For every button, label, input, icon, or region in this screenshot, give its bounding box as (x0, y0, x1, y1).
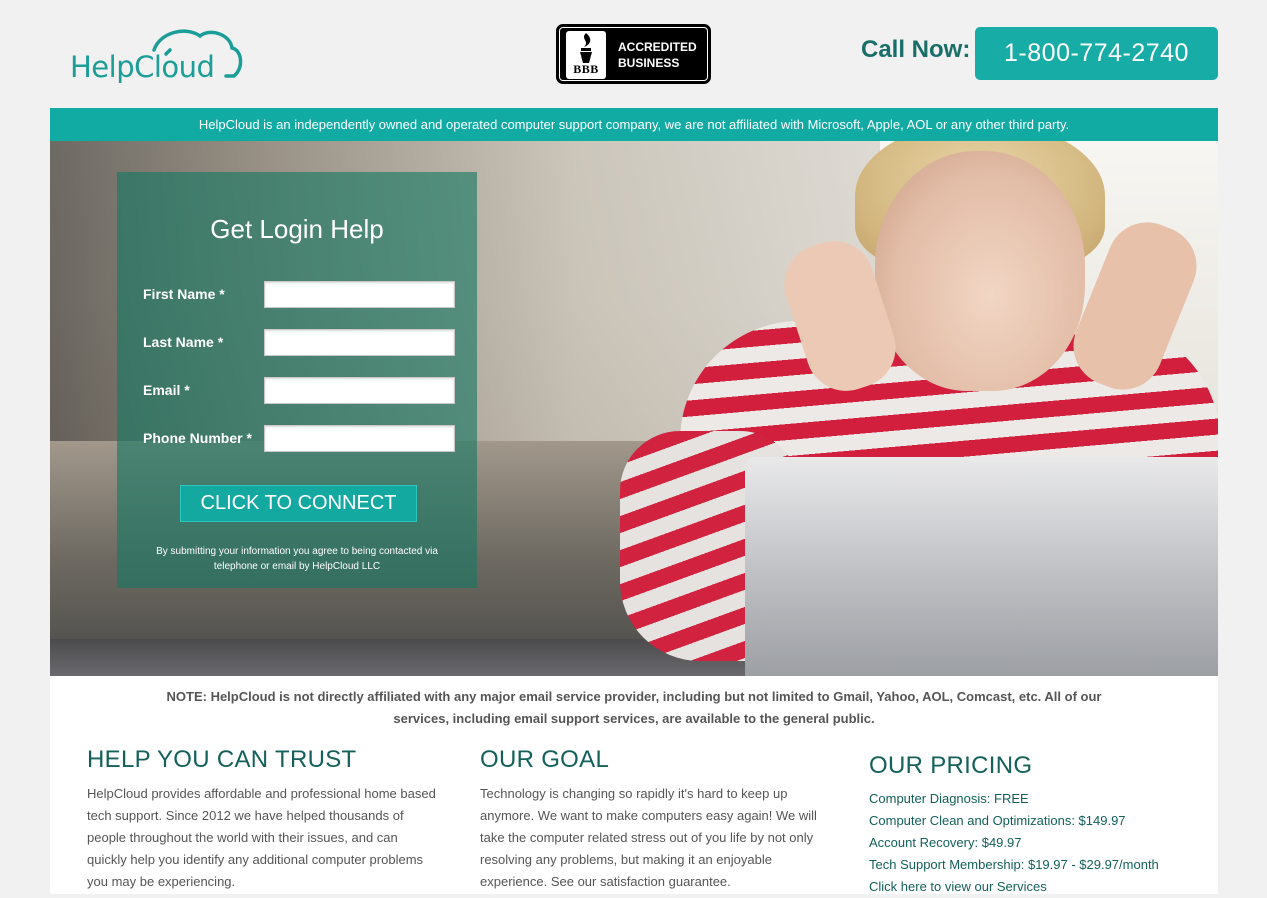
phone-number-input[interactable] (264, 425, 455, 452)
trust-body: HelpCloud provides affordable and profes… (87, 786, 436, 889)
phone-number-button[interactable]: 1-800-774-2740 (975, 27, 1218, 80)
first-name-input[interactable] (264, 281, 455, 308)
logo-wordmark: HelpCloud (70, 50, 215, 84)
price-item-recovery: Account Recovery: $49.97 (869, 835, 1022, 850)
email-label: Email * (143, 382, 190, 398)
first-name-label: First Name * (143, 286, 225, 302)
consent-text: By submitting your information you agree… (156, 546, 438, 572)
bbb-label-line1: ACCREDITED (618, 40, 697, 54)
pricing-heading: OUR PRICING (869, 752, 1033, 779)
site-header: HelpCloud BBB ACCREDITED BUSINESS Call N… (0, 0, 1267, 108)
login-help-form: Get Login Help First Name * Last Name * … (117, 172, 477, 588)
price-item-clean: Computer Clean and Optimizations: $149.9… (869, 813, 1126, 828)
helpcloud-logo[interactable]: HelpCloud (70, 24, 245, 86)
email-input[interactable] (264, 377, 455, 404)
view-services-link[interactable]: Click here to view our Services (869, 879, 1047, 894)
price-item-diagnosis: Computer Diagnosis: FREE (869, 791, 1029, 806)
last-name-input[interactable] (264, 329, 455, 356)
phone-number-label: Phone Number * (143, 430, 252, 446)
goal-heading: OUR GOAL (480, 746, 610, 773)
trust-heading: HELP YOU CAN TRUST (87, 746, 357, 773)
affiliation-note: NOTE: HelpCloud is not directly affiliat… (166, 689, 1102, 726)
info-section: NOTE: HelpCloud is not directly affiliat… (50, 676, 1218, 894)
last-name-label: Last Name * (143, 334, 224, 350)
goal-body: Technology is changing so rapidly it's h… (480, 786, 817, 889)
bbb-label-line2: BUSINESS (618, 56, 680, 70)
form-title: Get Login Help (210, 214, 384, 244)
disclaimer-bar: HelpCloud is an independently owned and … (50, 108, 1218, 141)
bbb-seal: BBB (566, 31, 606, 79)
pricing-list: Computer Diagnosis: FREE Computer Clean … (869, 788, 1159, 898)
call-now-label: Call Now: (861, 36, 971, 63)
click-to-connect-button[interactable]: CLICK TO CONNECT (180, 485, 417, 522)
bbb-torch-icon (580, 33, 592, 63)
bbb-accredited-badge[interactable]: BBB ACCREDITED BUSINESS (556, 24, 711, 84)
hero-laptop (745, 457, 1218, 676)
price-item-membership: Tech Support Membership: $19.97 - $29.97… (869, 857, 1159, 872)
bbb-seal-text: BBB (573, 62, 599, 76)
bbb-label: ACCREDITED BUSINESS (618, 39, 697, 71)
hero-person-head (875, 151, 1085, 391)
